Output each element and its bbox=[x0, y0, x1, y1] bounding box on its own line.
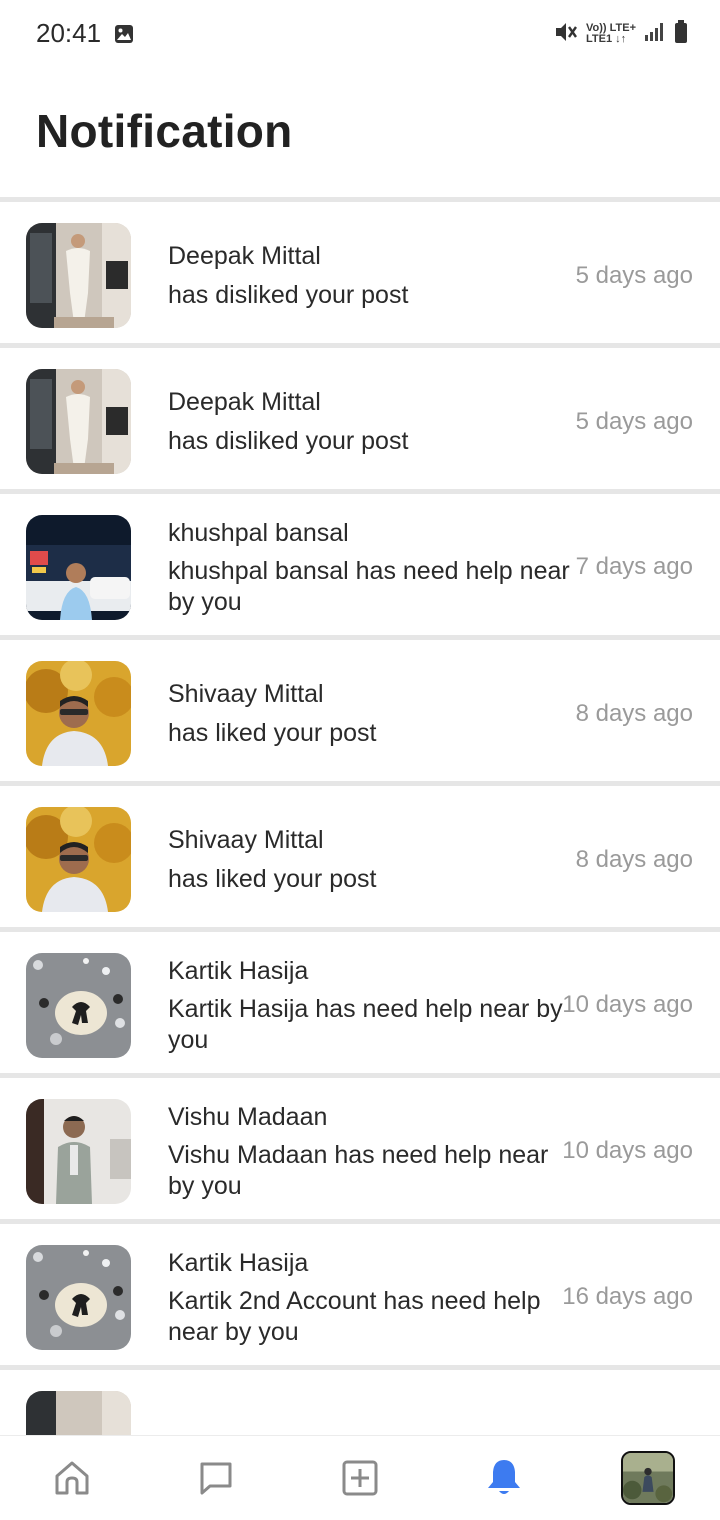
network-type-line2: LTE1 ↓↑ bbox=[585, 33, 627, 45]
gallery-notification-icon bbox=[114, 24, 134, 44]
notification-user-name: Deepak Mittal bbox=[168, 242, 321, 270]
page-header: Notification bbox=[0, 68, 720, 197]
avatar-deepak[interactable] bbox=[26, 223, 131, 328]
notification-user-name: Vishu Madaan bbox=[168, 1103, 328, 1131]
avatar-vishu[interactable] bbox=[26, 1099, 131, 1204]
notification-time: 7 days ago bbox=[575, 553, 693, 580]
bottom-tab-bar bbox=[0, 1435, 720, 1520]
avatar-khushpal[interactable] bbox=[26, 515, 131, 620]
page-title: Notification bbox=[36, 105, 293, 157]
notification-user-name: Shivaay Mittal bbox=[168, 680, 324, 708]
add-post-icon bbox=[342, 1460, 378, 1496]
notification-message: has disliked your post bbox=[168, 427, 409, 455]
avatar-shivaay[interactable] bbox=[26, 661, 131, 766]
bell-icon bbox=[488, 1460, 520, 1494]
notification-item[interactable]: Kartik Hasija Kartik Hasija has need hel… bbox=[0, 932, 720, 1073]
network-type: Vo)) LTE+ LTE1 ↓↑ bbox=[586, 23, 636, 45]
chat-icon bbox=[200, 1462, 232, 1495]
tab-profile[interactable] bbox=[621, 1451, 675, 1505]
status-icons: Vo)) LTE+ LTE1 ↓↑ bbox=[554, 19, 688, 49]
notification-time: 8 days ago bbox=[575, 700, 693, 727]
notification-item[interactable]: Deepak Mittal has disliked your post 5 d… bbox=[0, 348, 720, 489]
avatar-deepak[interactable] bbox=[26, 369, 131, 474]
notification-user-name: Kartik Hasija bbox=[168, 957, 309, 985]
avatar-deepak[interactable] bbox=[26, 1391, 131, 1435]
tab-create-post[interactable] bbox=[334, 1452, 386, 1504]
notification-item-partial[interactable] bbox=[0, 1370, 720, 1435]
notification-message: Kartik Hasija has need help near by you bbox=[168, 995, 563, 1054]
notification-time: 10 days ago bbox=[562, 1137, 693, 1164]
notification-item[interactable]: khushpal bansal khushpal bansal has need… bbox=[0, 494, 720, 635]
notification-time: 16 days ago bbox=[562, 1283, 693, 1310]
notification-message: has liked your post bbox=[168, 719, 377, 747]
battery-icon bbox=[674, 19, 688, 49]
avatar-kartik[interactable] bbox=[26, 1245, 131, 1350]
notification-message: Vishu Madaan has need help near by you bbox=[168, 1141, 549, 1200]
notification-user-name: Shivaay Mittal bbox=[168, 826, 324, 854]
notification-message: has disliked your post bbox=[168, 281, 409, 309]
mute-icon bbox=[554, 21, 578, 48]
notification-item[interactable]: Vishu Madaan Vishu Madaan has need help … bbox=[0, 1078, 720, 1219]
notification-message: Kartik 2nd Account has need help near by… bbox=[168, 1287, 541, 1346]
status-bar: 20:41 Vo)) LTE+ LTE1 ↓↑ bbox=[0, 0, 720, 68]
signal-icon bbox=[644, 21, 666, 48]
notification-user-name: Kartik Hasija bbox=[168, 1249, 309, 1277]
notification-time: 5 days ago bbox=[575, 408, 693, 435]
profile-avatar bbox=[623, 1453, 673, 1503]
notification-time: 5 days ago bbox=[575, 262, 693, 289]
notification-time: 8 days ago bbox=[575, 846, 693, 873]
tab-notifications[interactable] bbox=[478, 1452, 530, 1504]
notification-user-name: Deepak Mittal bbox=[168, 388, 321, 416]
notification-item[interactable]: Shivaay Mittal has liked your post 8 day… bbox=[0, 786, 720, 927]
notification-item[interactable]: Shivaay Mittal has liked your post 8 day… bbox=[0, 640, 720, 781]
notification-message: khushpal bansal has need help near by yo… bbox=[168, 557, 570, 616]
notification-item[interactable]: Kartik Hasija Kartik 2nd Account has nee… bbox=[0, 1224, 720, 1365]
avatar-kartik[interactable] bbox=[26, 953, 131, 1058]
notification-message: has liked your post bbox=[168, 865, 377, 893]
home-icon bbox=[55, 1461, 89, 1495]
tab-messages[interactable] bbox=[190, 1452, 242, 1504]
avatar-shivaay[interactable] bbox=[26, 807, 131, 912]
notification-list[interactable]: Deepak Mittal has disliked your post 5 d… bbox=[0, 197, 720, 1435]
notification-time: 10 days ago bbox=[562, 991, 693, 1018]
tab-home[interactable] bbox=[46, 1452, 98, 1504]
status-time: 20:41 bbox=[36, 18, 102, 48]
notification-item[interactable]: Deepak Mittal has disliked your post 5 d… bbox=[0, 202, 720, 343]
notification-user-name: khushpal bansal bbox=[168, 519, 349, 547]
